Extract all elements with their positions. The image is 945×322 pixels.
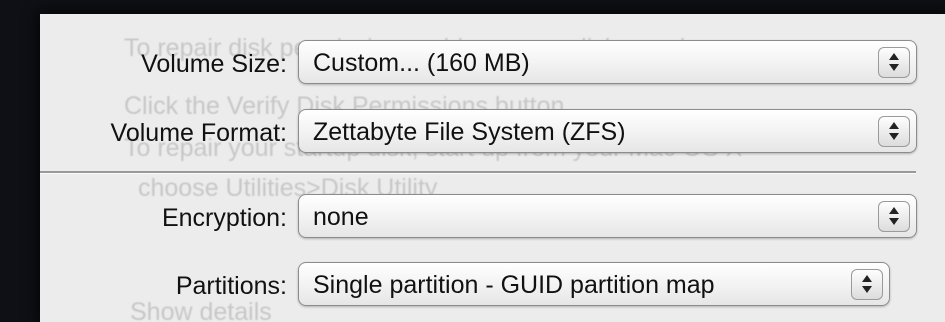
encryption-row: Encryption: none <box>40 194 945 244</box>
partitions-row: Partitions: Single partition - GUID part… <box>40 262 945 312</box>
volume-size-popup[interactable]: Custom... (160 MB) <box>298 40 917 84</box>
volume-options-panel: To repair disk permission problems on a … <box>40 14 945 322</box>
volume-format-popup[interactable]: Zettabyte File System (ZFS) <box>298 109 917 153</box>
volume-size-label: Volume Size: <box>141 50 287 78</box>
up-down-arrows-icon <box>878 47 910 78</box>
volume-format-label: Volume Format: <box>110 119 287 147</box>
volume-size-value: Custom... (160 MB) <box>313 49 530 77</box>
encryption-popup[interactable]: none <box>298 194 917 238</box>
encryption-label: Encryption: <box>161 204 287 232</box>
section-divider <box>40 171 916 174</box>
encryption-value: none <box>313 203 369 231</box>
up-down-arrows-icon <box>851 269 883 300</box>
partitions-label: Partitions: <box>175 272 287 300</box>
up-down-arrows-icon <box>878 116 910 147</box>
volume-size-row: Volume Size: Custom... (160 MB) <box>40 40 945 90</box>
partitions-popup[interactable]: Single partition - GUID partition map <box>298 262 890 306</box>
partitions-value: Single partition - GUID partition map <box>313 271 715 299</box>
volume-format-row: Volume Format: Zettabyte File System (ZF… <box>40 109 945 159</box>
up-down-arrows-icon <box>878 201 910 232</box>
volume-format-value: Zettabyte File System (ZFS) <box>313 118 626 146</box>
